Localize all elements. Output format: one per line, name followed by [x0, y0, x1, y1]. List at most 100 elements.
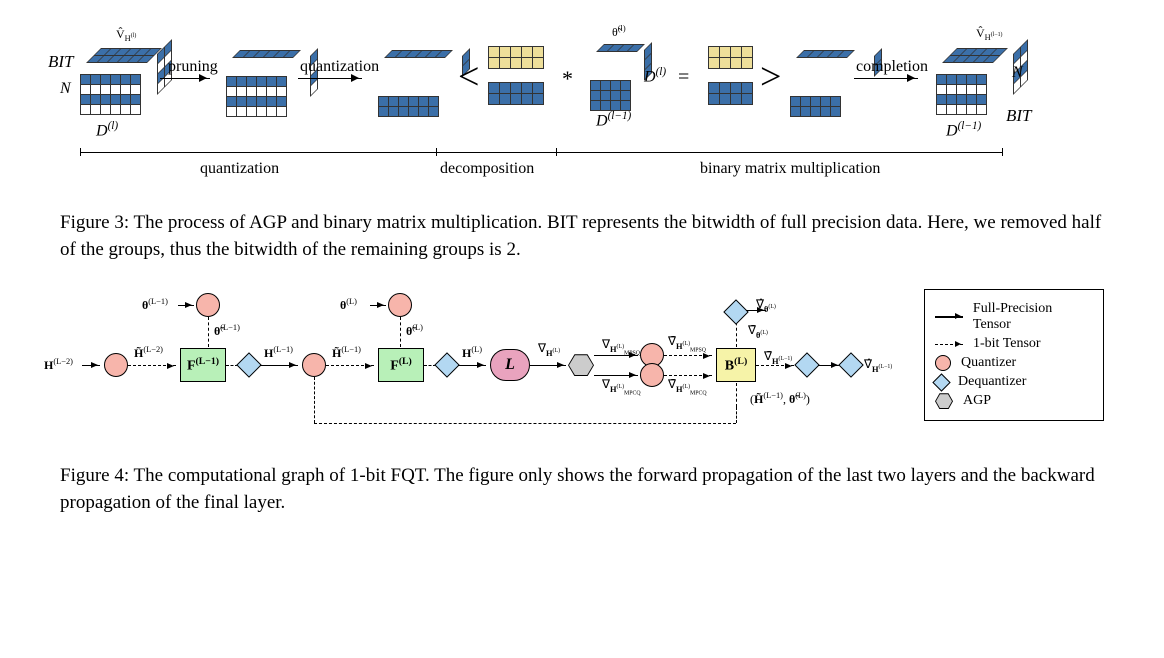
feedback-v1 — [314, 377, 315, 423]
vhat-Hl: V̂H(l) — [116, 27, 136, 43]
N-label: N — [60, 80, 71, 98]
vline-theta2 — [400, 317, 401, 347]
bracket-quant — [80, 152, 436, 153]
vline-theta1 — [208, 317, 209, 347]
fig3-diagram: BIT N V̂H(l) D(l) pruning quantization — [60, 20, 1104, 200]
vline-pair — [736, 383, 737, 407]
grad-bar-upper: ∇̄H(L)MPSQ — [668, 334, 706, 353]
angle-bracket: < — [458, 58, 479, 96]
arrow-out2 — [818, 365, 840, 366]
N-right: N — [1012, 64, 1023, 82]
agp-node — [568, 354, 594, 376]
bit-label-left: BIT — [48, 52, 74, 72]
quantizer-1 — [104, 353, 128, 377]
legend-full: Full-Precision Tensor — [935, 301, 1093, 333]
box-loss: L — [490, 349, 530, 381]
arrow-lower2 — [664, 375, 712, 376]
quant-label: quantization — [300, 58, 379, 76]
arrow-theta2 — [370, 305, 386, 306]
tensor-theta — [590, 56, 640, 111]
tensor-input — [80, 60, 160, 115]
dashed-arrow-icon — [935, 344, 963, 345]
result-bottom — [708, 82, 753, 105]
pruning-label: pruning — [168, 58, 218, 76]
arrow-upper2 — [664, 355, 712, 356]
tensor-quantized — [378, 62, 458, 117]
arrow-8 — [530, 365, 566, 366]
quantizer-theta1 — [196, 293, 220, 317]
legend-full-label: Full-Precision Tensor — [973, 301, 1093, 333]
pair-label: (H̃(L−1), θ̃(L)) — [750, 391, 810, 407]
grad-H-hat: ∇̂H(L−1) — [864, 357, 892, 373]
dequant-4 — [838, 352, 863, 377]
legend-quant: Quantizer — [935, 355, 1093, 371]
legend-1bit-label: 1-bit Tensor — [973, 336, 1041, 352]
bracket-decomp — [436, 152, 556, 153]
theta-tilde: θ̃(l) — [612, 24, 626, 40]
quantizer-2 — [302, 353, 326, 377]
arrow-upper1 — [594, 355, 638, 356]
multiply-symbol: * — [562, 66, 573, 92]
dequant-1 — [236, 352, 261, 377]
arrow-7 — [458, 365, 486, 366]
grad-theta-bar: ∇̄θ(L) — [748, 323, 768, 339]
bracket-bmm — [556, 152, 1002, 153]
theta-Lm1: θ(L−1) — [142, 297, 168, 313]
legend-quant-label: Quantizer — [961, 355, 1016, 371]
H-L: H(L) — [462, 345, 482, 361]
legend-1bit: 1-bit Tensor — [935, 336, 1093, 352]
diamond-icon — [932, 373, 950, 391]
vhat-right: V̂H(l−1) — [976, 26, 1003, 42]
figure-3: BIT N V̂H(l) D(l) pruning quantization — [60, 20, 1104, 263]
grad-HL: ∇H(L) — [538, 341, 560, 357]
completion-label: completion — [856, 58, 928, 76]
H-Lm2-tilde: H̃(L−2) — [134, 345, 163, 361]
theta-L-tilde: θ̃(L) — [406, 323, 423, 339]
arrow-completion — [854, 78, 918, 79]
bracket-bmm-label: binary matrix multiplication — [700, 160, 880, 178]
bit-right: BIT — [1006, 106, 1032, 126]
box-F-L: F(L) — [378, 348, 424, 382]
arrow-1 — [82, 365, 100, 366]
theta-L: θ(L) — [340, 297, 357, 313]
arrow-4 — [260, 365, 298, 366]
arrow-theta1 — [178, 305, 194, 306]
bracket-decomp-label: decomposition — [440, 160, 534, 178]
D-input: D(l) — [96, 120, 118, 140]
arrow-out1 — [756, 365, 794, 366]
decomp-top — [488, 46, 544, 69]
legend-dequant-label: Dequantizer — [958, 374, 1026, 390]
circle-icon — [935, 355, 951, 371]
dequant-theta — [723, 299, 748, 324]
H-Lm1-tilde: H̃(L−1) — [332, 345, 361, 361]
equals-symbol: = — [678, 66, 689, 89]
decomp-bottom — [488, 82, 544, 105]
arrow-lower1 — [594, 375, 638, 376]
theta-Lm1-tilde: θ̃(L−1) — [214, 323, 240, 339]
solid-arrow-icon — [935, 316, 963, 318]
H-Lm2: H(L−2) — [44, 357, 73, 373]
quantizer-lower — [640, 363, 664, 387]
Dprev-label: D(l−1) — [596, 110, 631, 130]
feedback-h — [314, 423, 736, 424]
box-F-Lm1: F(L−1) — [180, 348, 226, 382]
arrow-5 — [326, 365, 374, 366]
legend-dequant: Dequantizer — [935, 374, 1093, 390]
hexagon-icon — [935, 393, 953, 409]
legend: Full-Precision Tensor 1-bit Tensor Quant… — [924, 289, 1104, 421]
arrow-pruning — [160, 78, 210, 79]
arrow-2 — [128, 365, 176, 366]
grad-bar-lower: ∇̄H(L)MPCQ — [668, 377, 707, 396]
Dl-label: D(l) — [644, 66, 666, 86]
figure-4: H(L−2) H̃(L−2) F(L−1) H(L−1) H̃(L−1) F(L… — [60, 283, 1104, 516]
dequant-2 — [434, 352, 459, 377]
result-top — [708, 46, 753, 69]
feedback-v2 — [736, 407, 737, 423]
D-right: D(l−1) — [946, 120, 981, 140]
arrow-theta-out — [746, 310, 766, 311]
box-B: B(L) — [716, 348, 756, 382]
bracket-quant-label: quantization — [200, 160, 279, 178]
H-Lm1: H(L−1) — [264, 345, 293, 361]
tensor-pruned — [226, 62, 306, 117]
dequant-3 — [794, 352, 819, 377]
